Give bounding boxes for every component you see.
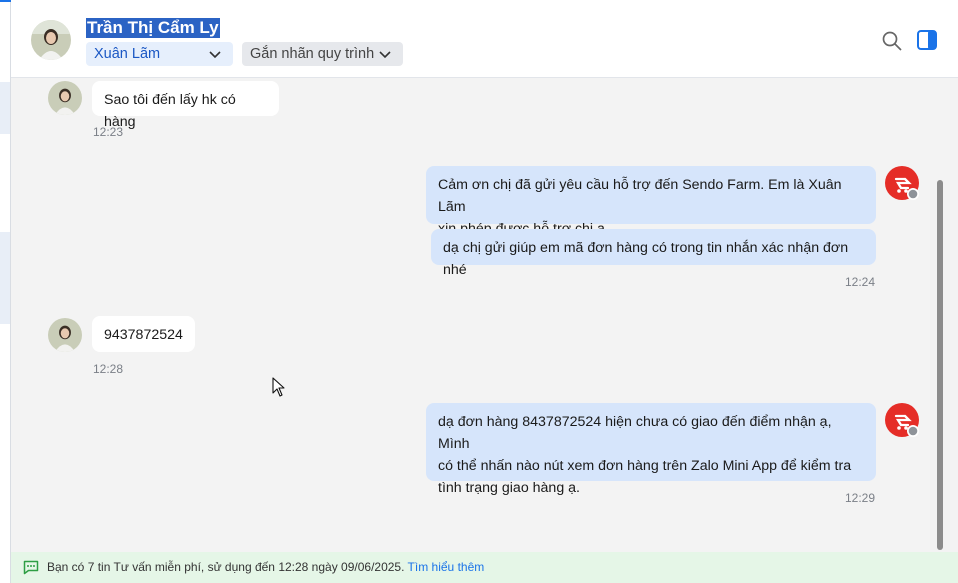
sendo-shop-avatar[interactable] [885, 166, 921, 202]
search-icon[interactable] [881, 30, 903, 52]
message-time: 12:24 [845, 275, 876, 289]
process-tag-label: Gắn nhãn quy trình [250, 46, 375, 62]
mouse-cursor-icon [272, 377, 285, 397]
chevron-down-icon [209, 51, 221, 59]
contact-name[interactable]: Trần Thị Cẩm Ly [86, 18, 220, 38]
sendo-shop-avatar[interactable] [885, 403, 921, 439]
message-text-line: có thể nhấn nào nút xem đơn hàng trên Za… [438, 458, 852, 474]
conversation-list-edge[interactable] [0, 82, 10, 134]
chat-header: Trần Thị Cẩm Ly Xuân Lãm Gắn nhãn quy tr… [11, 0, 958, 78]
assignee-label: Xuân Lãm [94, 46, 161, 62]
scrollbar-thumb[interactable] [937, 180, 943, 550]
free-consult-notice: Bạn có 7 tin Tư vấn miễn phí, sử dụng đế… [11, 552, 958, 583]
assignee-dropdown[interactable]: Xuân Lãm [86, 42, 233, 66]
contact-avatar-small[interactable] [48, 81, 82, 115]
notice-text: Bạn có 7 tin Tư vấn miễn phí, sử dụng đế… [47, 560, 408, 574]
outgoing-message[interactable]: dạ chị gửi giúp em mã đơn hàng có trong … [431, 229, 876, 278]
message-text: Sao tôi đến lấy hk có hàng [104, 92, 236, 130]
conversation-list-edge-2[interactable] [0, 232, 10, 324]
message-text-line: dạ đơn hàng 8437872524 hiện chưa có giao… [438, 414, 832, 452]
incoming-message[interactable]: Sao tôi đến lấy hk có hàng [92, 81, 279, 130]
incoming-message[interactable]: 9437872524 [92, 316, 195, 352]
contact-avatar-small[interactable] [48, 318, 82, 352]
side-panel-toggle-icon[interactable] [917, 30, 937, 50]
message-text-line: Cảm ơn chị đã gửi yêu cầu hỗ trợ đến Sen… [438, 177, 842, 215]
message-list[interactable]: Sao tôi đến lấy hk có hàng 12:23 Cảm ơn … [11, 78, 958, 552]
left-panel-edge [0, 0, 40, 583]
sendo-logo-icon [885, 403, 919, 437]
outgoing-message[interactable]: dạ đơn hàng 8437872524 hiện chưa có giao… [426, 403, 876, 496]
message-text: dạ chị gửi giúp em mã đơn hàng có trong … [443, 240, 849, 278]
learn-more-link[interactable]: Tìm hiểu thêm [408, 560, 485, 574]
outgoing-message[interactable]: Cảm ơn chị đã gửi yêu cầu hỗ trợ đến Sen… [426, 166, 876, 237]
message-time: 12:23 [93, 125, 124, 139]
message-text-line: tình trạng giao hàng ạ. [438, 480, 580, 496]
process-tag-dropdown[interactable]: Gắn nhãn quy trình [242, 42, 403, 66]
message-time: 12:29 [845, 491, 876, 505]
sendo-logo-icon [885, 166, 919, 200]
contact-avatar[interactable] [31, 20, 71, 60]
message-time: 12:28 [93, 362, 124, 376]
chevron-down-icon [379, 51, 391, 59]
message-text: 9437872524 [104, 327, 183, 343]
chat-bubble-icon [23, 560, 39, 575]
